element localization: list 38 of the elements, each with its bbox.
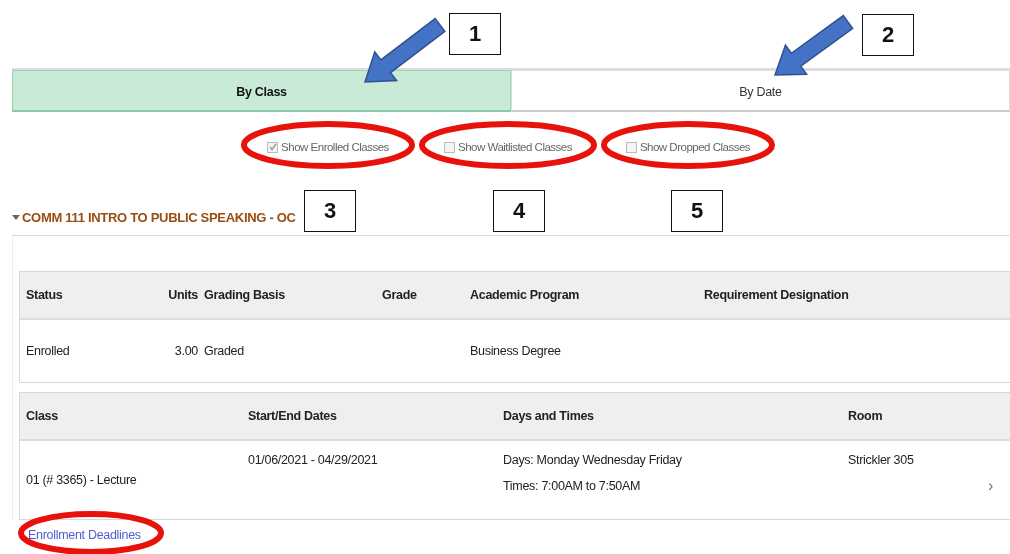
- callout-number: 4: [493, 190, 545, 232]
- table-cell-text: Business Degree: [469, 344, 562, 358]
- column-header: Units: [167, 288, 198, 302]
- callout-number: 1: [449, 13, 501, 55]
- chevron-button[interactable]: ›: [988, 465, 1010, 495]
- column-header: Grading Basis: [203, 288, 286, 302]
- table-cell-text: Graded: [203, 344, 245, 358]
- callout-number: 3: [304, 190, 356, 232]
- column-header: Status: [25, 288, 64, 302]
- table-cell-text: Strickler 305: [847, 452, 915, 469]
- arrow-icon: [773, 14, 854, 76]
- callout-number: 5: [671, 190, 723, 232]
- column-header: Grade: [381, 288, 418, 302]
- checkbox-label: Show Waitlisted Classes: [458, 141, 572, 153]
- table-cell-text: Days: Monday Wednesday Friday: [503, 453, 683, 467]
- callout-number: 2: [862, 14, 914, 56]
- table-cell-text: 01 (# 3365) - Lecture: [25, 473, 138, 487]
- table-cell-text: 01/06/2021 - 04/29/2021: [247, 452, 379, 469]
- table-cell-text: 3.00: [173, 344, 198, 358]
- column-header: Academic Program: [469, 288, 581, 302]
- checkbox-label: Show Dropped Classes: [639, 141, 751, 153]
- column-header: Class: [25, 409, 59, 423]
- enrollment-deadlines-link[interactable]: Enrollment Deadlines: [28, 528, 141, 542]
- column-header: Requirement Designation: [703, 288, 850, 302]
- checkbox[interactable]: [267, 141, 279, 153]
- column-header: Start/End Dates: [247, 409, 338, 423]
- table-cell-text: Times: 7:00AM to 7:50AM: [503, 479, 642, 493]
- column-header: Days and Times: [502, 409, 595, 423]
- table-cell-text: Enrolled: [25, 344, 71, 358]
- collapse-toggle-icon[interactable]: [12, 213, 20, 221]
- checkbox[interactable]: [444, 141, 455, 153]
- checkbox-label: Show Enrolled Classes: [281, 141, 389, 153]
- tab[interactable]: By Date: [511, 70, 1010, 112]
- arrow-icon: [363, 17, 446, 83]
- course-title: COMM 111 INTRO TO PUBLIC SPEAKING - OC: [22, 209, 296, 225]
- column-header: Room: [847, 409, 884, 423]
- checkbox[interactable]: [625, 141, 637, 153]
- tab[interactable]: By Class: [12, 70, 511, 112]
